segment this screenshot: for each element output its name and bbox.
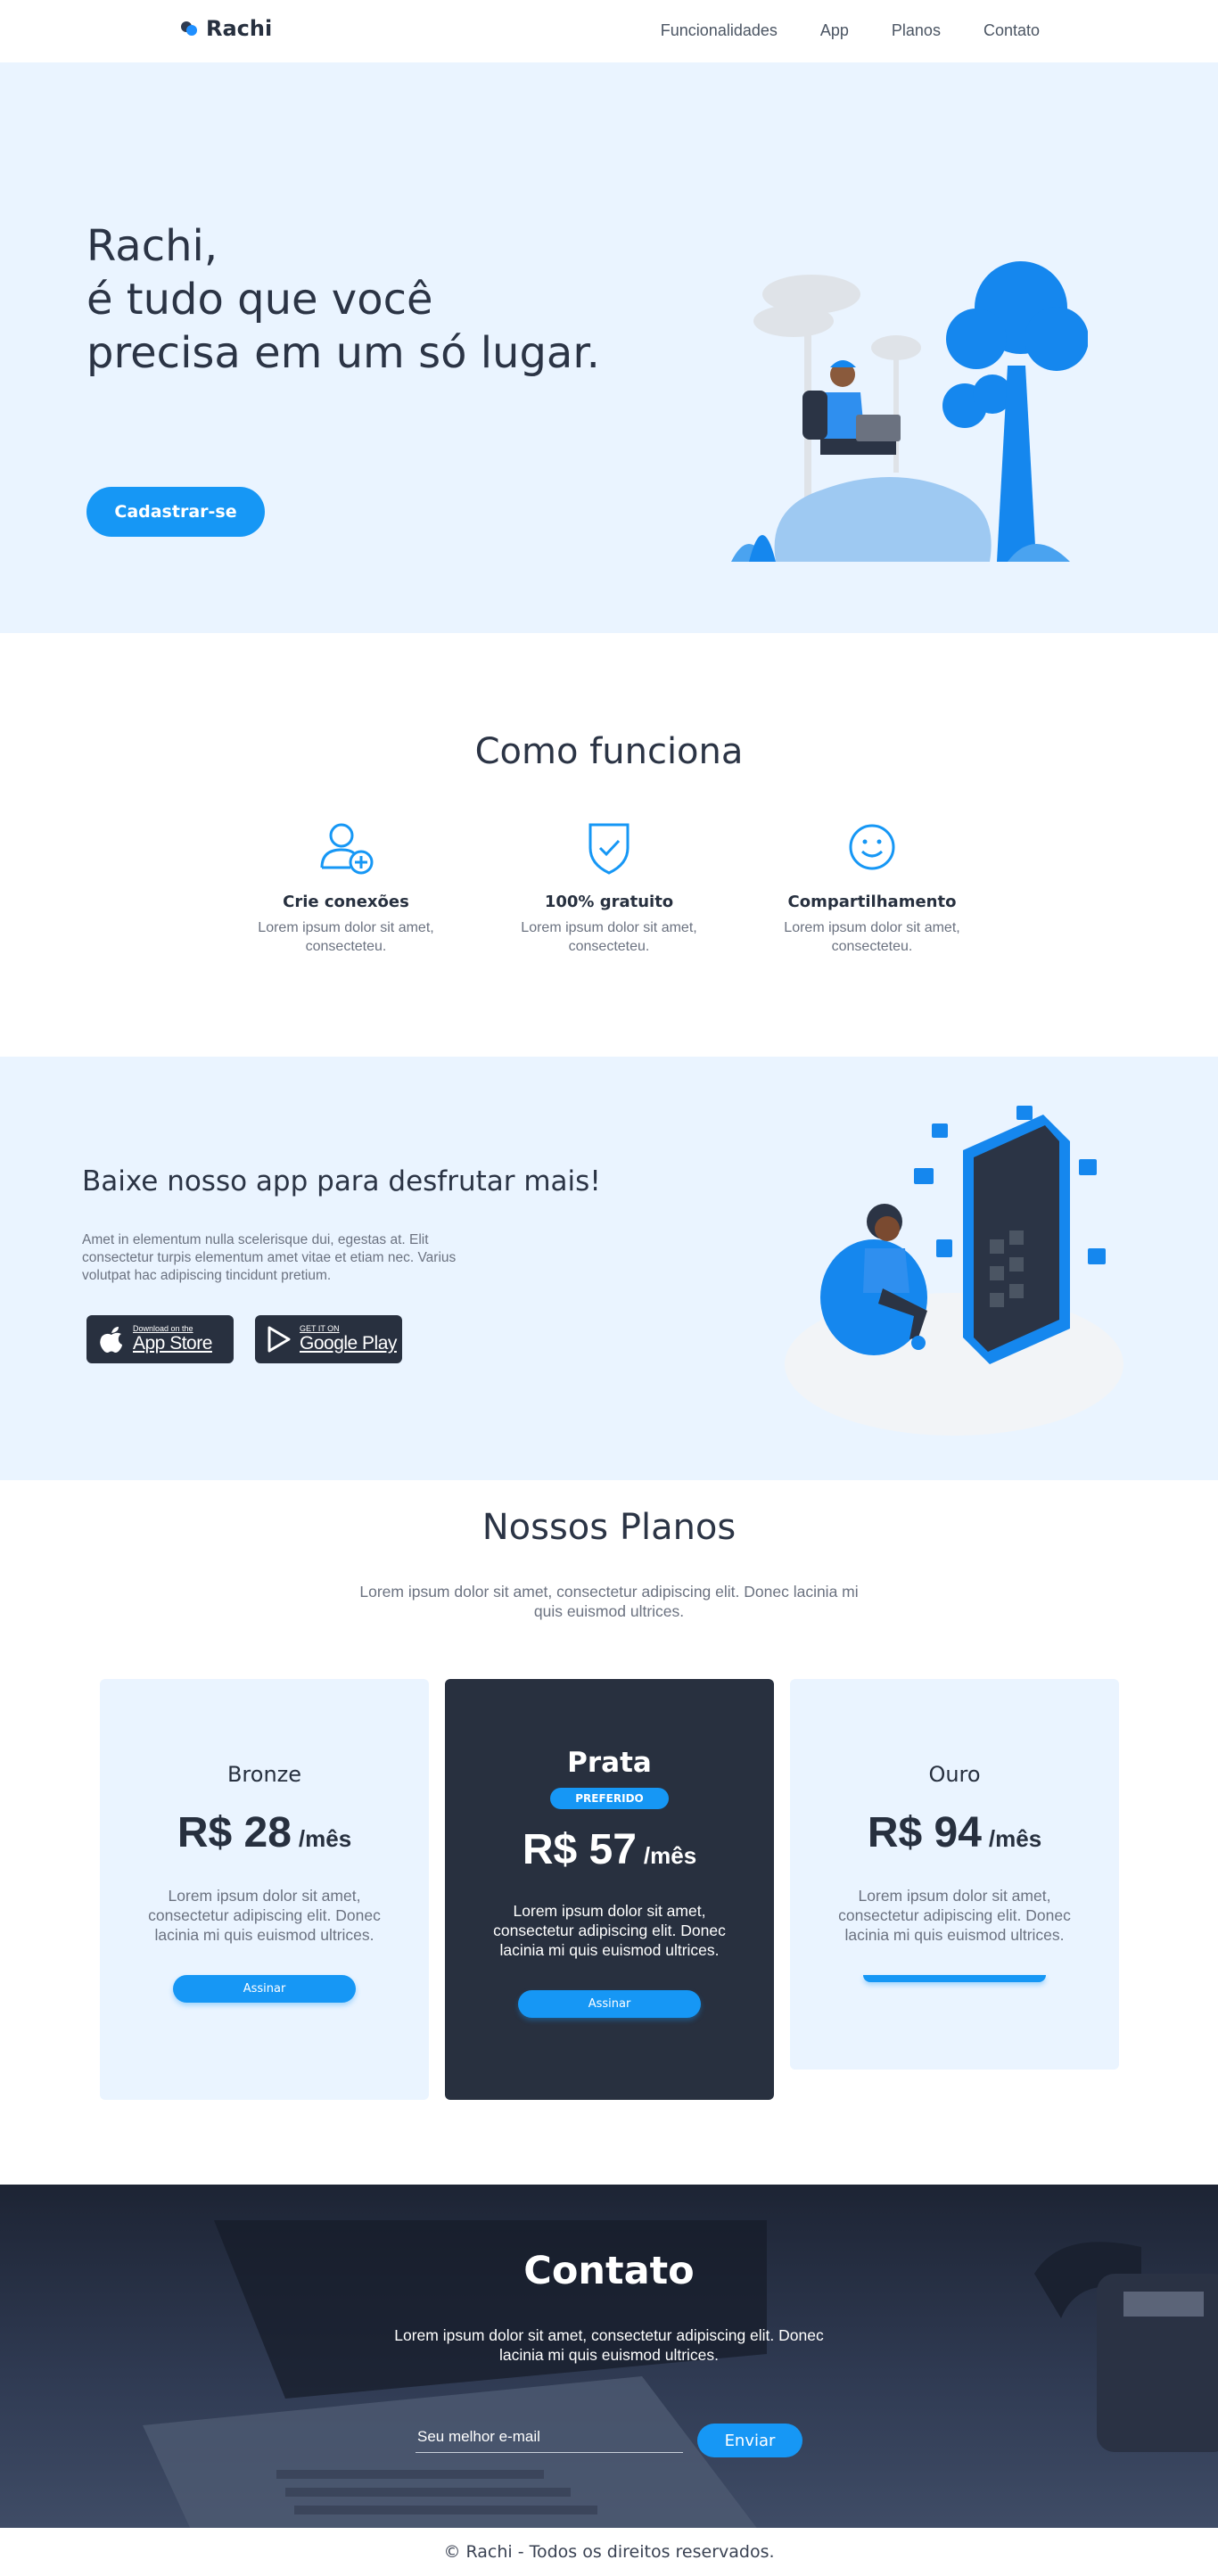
feature-title: Compartilhamento xyxy=(787,893,957,911)
copyright-text: © Rachi - Todos os direitos reservados. xyxy=(443,2542,775,2562)
plan-description: Lorem ipsum dolor sit amet, consectetur … xyxy=(838,1887,1071,1944)
plans-section: Nossos Planos Lorem ipsum dolor sit amet… xyxy=(0,1480,1218,2185)
nav-link-planos[interactable]: Planos xyxy=(892,21,941,40)
hero-title-line: precisa em um só lugar. xyxy=(86,328,600,378)
price-value: R$ 94 xyxy=(867,1809,982,1856)
app-store-button[interactable]: Download on the App Store xyxy=(86,1315,234,1363)
site-footer: © Rachi - Todos os direitos reservados. xyxy=(0,2528,1218,2576)
price-value: R$ 28 xyxy=(177,1809,292,1856)
plans-title: Nossos Planos xyxy=(481,1507,737,1548)
site-header: Rachi Funcionalidades App Planos Contato xyxy=(0,0,1218,62)
app-illustration xyxy=(785,1106,1123,1436)
google-play-label: GET IT ON Google Play xyxy=(300,1324,397,1354)
feature-text: Lorem ipsum dolor sit amet, consecteteu. xyxy=(521,920,697,954)
feature-text: Lorem ipsum dolor sit amet, consecteteu. xyxy=(784,920,960,954)
price-unit: /mês xyxy=(298,1825,352,1852)
hero-section: Rachi, é tudo que você precisa em um só … xyxy=(0,62,1218,633)
nav-link-app[interactable]: App xyxy=(820,21,849,40)
google-play-small: GET IT ON xyxy=(300,1324,340,1333)
hero-illustration xyxy=(731,261,1088,562)
apple-icon xyxy=(100,1327,122,1353)
plan-description: Lorem ipsum dolor sit amet, consectetur … xyxy=(493,1902,726,1959)
hero-title-line: é tudo que você xyxy=(86,275,433,325)
plan-price: R$ 57/mês xyxy=(445,1825,774,1874)
feature-item: Compartilhamento Lorem ipsum dolor sit a… xyxy=(765,816,979,956)
logo-text: Rachi xyxy=(206,16,273,41)
app-description: Amet in elementum nulla scelerisque dui,… xyxy=(82,1232,457,1283)
feature-text: Lorem ipsum dolor sit amet, consecteteu. xyxy=(258,920,434,954)
preferred-badge: PREFERIDO xyxy=(550,1788,669,1809)
google-play-big: Google Play xyxy=(300,1333,397,1354)
logo[interactable]: Rachi xyxy=(181,16,272,41)
main-nav: Funcionalidades App Planos Contato xyxy=(661,21,1040,40)
signup-button[interactable]: Cadastrar-se xyxy=(86,487,265,537)
hero-title-line: Rachi, xyxy=(86,221,218,271)
subscribe-button-prata[interactable]: Assinar xyxy=(518,1990,701,2018)
logo-mark-icon xyxy=(181,20,199,37)
nav-link-funcionalidades[interactable]: Funcionalidades xyxy=(661,21,778,40)
app-section: Baixe nosso app para desfrutar mais! Ame… xyxy=(0,1057,1218,1480)
feature-title: Crie conexões xyxy=(283,893,409,911)
plan-name: Bronze xyxy=(226,1762,302,1787)
how-title: Como funciona xyxy=(474,731,744,772)
price-unit: /mês xyxy=(643,1842,697,1869)
how-it-works-section: Como funciona Crie conexões Lorem ipsum … xyxy=(0,633,1218,1057)
plan-card-bronze: Bronze R$ 28/mês Lorem ipsum dolor sit a… xyxy=(100,1679,429,2100)
google-play-icon xyxy=(267,1326,291,1353)
app-store-big: App Store xyxy=(133,1333,212,1354)
feature-item: 100% gratuito Lorem ipsum dolor sit amet… xyxy=(502,816,716,956)
feature-item: Crie conexões Lorem ipsum dolor sit amet… xyxy=(239,816,453,956)
plan-card-ouro: Ouro R$ 94/mês Lorem ipsum dolor sit ame… xyxy=(790,1679,1119,2070)
plan-price: R$ 28/mês xyxy=(100,1808,429,1857)
hero-title: Rachi, é tudo que você precisa em um só … xyxy=(86,219,600,380)
user-plus-icon xyxy=(320,823,374,875)
contact-section: Contato Lorem ipsum dolor sit amet, cons… xyxy=(0,2185,1218,2528)
plan-card-prata: Prata PREFERIDO R$ 57/mês Lorem ipsum do… xyxy=(445,1679,774,2100)
email-input[interactable] xyxy=(416,2421,683,2453)
plans-subtitle: Lorem ipsum dolor sit amet, consectetur … xyxy=(359,1583,859,1620)
plan-name: Prata xyxy=(567,1747,652,1779)
nav-link-contato[interactable]: Contato xyxy=(983,21,1040,40)
app-store-small: Download on the xyxy=(133,1324,193,1333)
google-play-button[interactable]: GET IT ON Google Play xyxy=(255,1315,402,1363)
feature-title: 100% gratuito xyxy=(544,893,674,911)
send-button[interactable]: Enviar xyxy=(697,2424,802,2457)
features-list: Crie conexões Lorem ipsum dolor sit amet… xyxy=(239,816,979,956)
plan-name: Ouro xyxy=(928,1762,981,1787)
price-value: R$ 57 xyxy=(522,1826,637,1873)
app-title: Baixe nosso app para desfrutar mais! xyxy=(82,1165,601,1197)
subscribe-button-bronze[interactable]: Assinar xyxy=(173,1975,356,2003)
shield-check-icon xyxy=(588,823,630,875)
price-unit: /mês xyxy=(988,1825,1042,1852)
plan-description: Lorem ipsum dolor sit amet, consectetur … xyxy=(148,1887,381,1944)
subscribe-button-ouro[interactable] xyxy=(863,1975,1046,1982)
app-store-label: Download on the App Store xyxy=(133,1324,212,1354)
contact-title: Contato xyxy=(523,2249,695,2293)
plan-price: R$ 94/mês xyxy=(790,1808,1119,1857)
smile-icon xyxy=(849,824,895,870)
contact-description: Lorem ipsum dolor sit amet, consectetur … xyxy=(394,2326,824,2364)
